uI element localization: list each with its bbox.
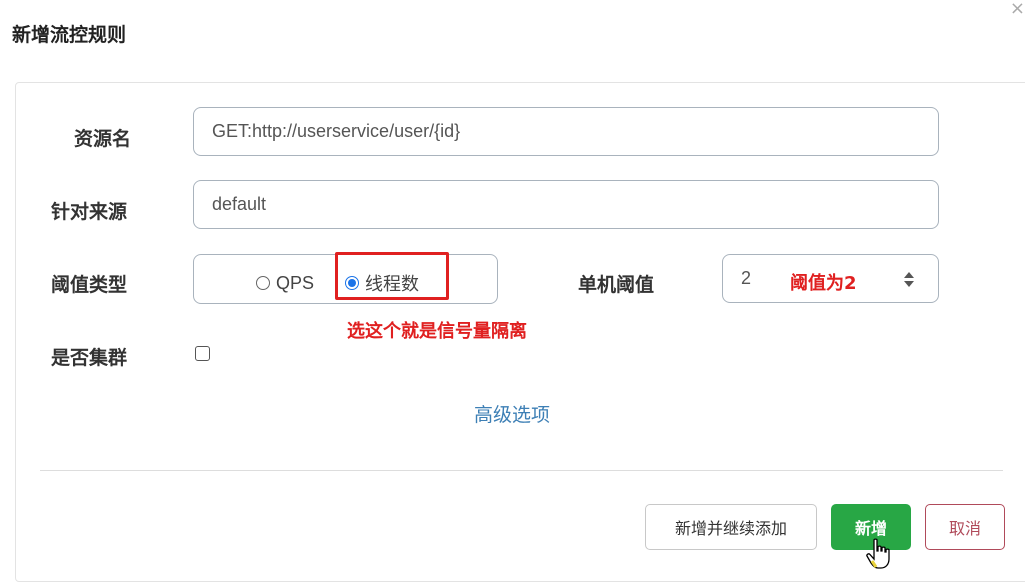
cluster-checkbox[interactable] — [195, 346, 210, 361]
hand-cursor-icon — [866, 538, 890, 569]
source-input[interactable]: default — [193, 180, 939, 229]
radio-qps-label: QPS — [276, 272, 315, 293]
resource-label: 资源名 — [74, 128, 132, 150]
dialog-title: 新增流控规则 — [12, 24, 127, 46]
threshold-type-label: 阈值类型 — [51, 274, 128, 296]
resource-input[interactable]: GET:http://userservice/user/{id} — [193, 107, 939, 156]
radio-qps[interactable]: QPS — [256, 271, 314, 295]
annotation-threshold-note: 阈值为2 — [790, 273, 857, 294]
cancel-button[interactable]: 取消 — [925, 504, 1005, 550]
single-threshold-label: 单机阈值 — [578, 274, 655, 296]
radio-qps-circle[interactable] — [256, 276, 270, 290]
footer-divider — [40, 470, 1003, 471]
annotation-semaphore-note: 选这个就是信号量隔离 — [347, 321, 527, 342]
close-icon[interactable]: × — [1010, 0, 1025, 18]
advanced-options-link[interactable]: 高级选项 — [474, 400, 550, 427]
stepper-arrows-icon[interactable] — [902, 268, 916, 290]
cluster-label: 是否集群 — [51, 347, 128, 369]
source-label: 针对来源 — [51, 201, 128, 223]
annotation-highlight-box — [335, 252, 449, 300]
add-and-continue-button[interactable]: 新增并继续添加 — [645, 504, 817, 550]
